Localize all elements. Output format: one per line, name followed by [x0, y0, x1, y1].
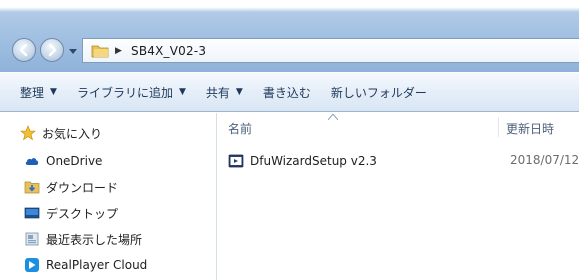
- installer-icon: [228, 154, 244, 168]
- recent-places-icon: [25, 232, 39, 246]
- forward-arrow-icon: [48, 43, 57, 57]
- new-folder-label: 新しいフォルダー: [330, 85, 427, 100]
- sidebar-item-label: ダウンロード: [46, 180, 119, 195]
- column-header-date-modified[interactable]: 更新日時: [506, 120, 554, 137]
- sidebar-item-label: デスクトップ: [46, 206, 119, 221]
- organize-button[interactable]: 整理 ▼: [10, 79, 67, 105]
- column-header-name[interactable]: 名前: [228, 120, 252, 137]
- star-icon: [20, 125, 36, 141]
- sidebar-item-label: お気に入り: [42, 126, 103, 141]
- chevron-down-icon: ▼: [235, 87, 243, 97]
- recent-pages-dropdown[interactable]: [68, 47, 78, 57]
- folder-icon: [91, 45, 109, 57]
- sidebar-item-recent-places[interactable]: 最近表示した場所: [0, 227, 217, 251]
- sidebar-item-onedrive[interactable]: OneDrive: [0, 149, 217, 173]
- back-arrow-icon: [19, 43, 28, 57]
- burn-label: 書き込む: [262, 85, 311, 100]
- navigation-pane: お気に入り OneDrive ダウンロード デスクトップ 最近表示した場所 Re…: [0, 113, 217, 280]
- new-folder-button[interactable]: 新しいフォルダー: [321, 79, 437, 105]
- sidebar-item-realplayer-cloud[interactable]: RealPlayer Cloud: [0, 253, 217, 277]
- realplayer-icon: [25, 258, 39, 272]
- sidebar-item-favorites[interactable]: お気に入り: [0, 121, 217, 145]
- chevron-down-icon: ▼: [178, 87, 186, 97]
- cloud-icon: [25, 158, 39, 165]
- chevron-down-icon: [69, 49, 77, 54]
- file-date-modified: 2018/07/12: [510, 153, 579, 167]
- sidebar-item-label: RealPlayer Cloud: [46, 258, 148, 272]
- organize-label: 整理: [20, 85, 45, 100]
- include-in-library-label: ライブラリに追加: [76, 85, 173, 100]
- column-header-row: 名前 更新日時: [218, 113, 579, 141]
- sidebar-item-desktop[interactable]: デスクトップ: [0, 201, 217, 225]
- chevron-down-icon: ▼: [50, 87, 57, 97]
- share-label: 共有: [205, 85, 230, 100]
- window-top-edge: [0, 0, 579, 12]
- breadcrumb-current-folder[interactable]: SB4X_V02-3: [131, 44, 206, 58]
- burn-button[interactable]: 書き込む: [253, 79, 321, 105]
- address-bar[interactable]: ▶ SB4X_V02-3: [82, 38, 579, 63]
- window-titlebar: ▶ SB4X_V02-3: [0, 0, 579, 72]
- column-divider[interactable]: [498, 117, 499, 137]
- desktop-icon: [24, 207, 40, 219]
- sidebar-item-label: OneDrive: [46, 154, 103, 168]
- breadcrumb-chevron-icon[interactable]: ▶: [115, 46, 125, 56]
- sort-ascending-icon: [328, 114, 338, 120]
- file-name: DfuWizardSetup v2.3: [250, 154, 377, 168]
- file-row[interactable]: DfuWizardSetup v2.3 2018/07/12: [228, 150, 579, 172]
- back-button[interactable]: [12, 38, 36, 62]
- sidebar-item-downloads[interactable]: ダウンロード: [0, 175, 217, 199]
- sidebar-item-label: 最近表示した場所: [46, 232, 143, 247]
- forward-button[interactable]: [40, 38, 64, 62]
- include-in-library-button[interactable]: ライブラリに追加 ▼: [67, 79, 196, 105]
- command-bar: 整理 ▼ ライブラリに追加 ▼ 共有 ▼ 書き込む 新しいフォルダー: [0, 72, 579, 112]
- download-folder-icon: [24, 181, 40, 194]
- share-button[interactable]: 共有 ▼: [196, 79, 253, 105]
- file-list-pane: 名前 更新日時 DfuWizardSetup v2.3 2018/07/12: [218, 113, 579, 280]
